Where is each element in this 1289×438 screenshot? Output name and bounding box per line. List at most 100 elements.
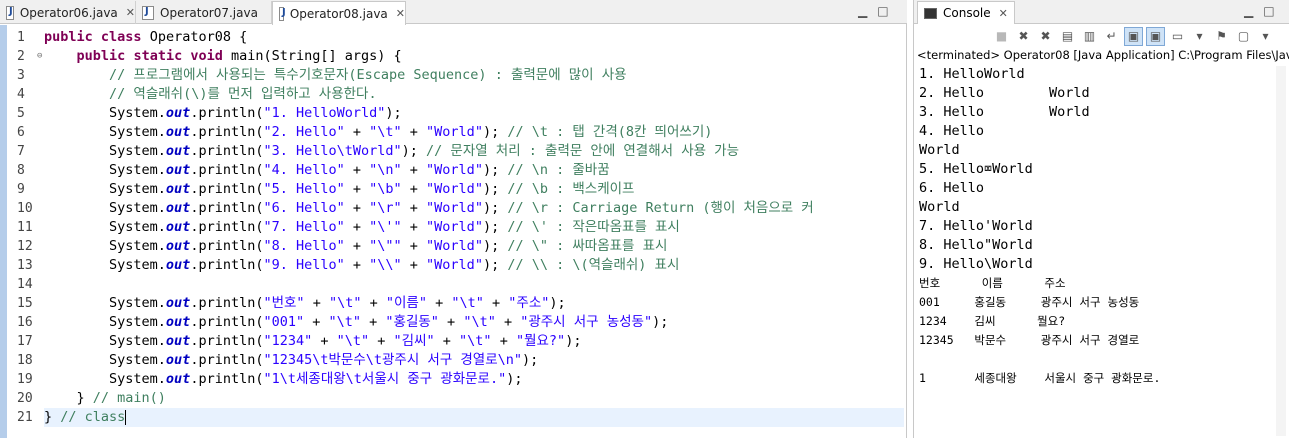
code-line-10[interactable]: System.out.println("6. Hello" + "\r" + "… <box>44 199 904 218</box>
remove-all-terminated-icon[interactable]: ✖ <box>1036 27 1055 46</box>
code-line-15[interactable]: System.out.println("번호" + "\t" + "이름" + … <box>44 294 904 313</box>
minimize-icon[interactable]: ▁ <box>1244 4 1263 18</box>
show-on-output-icon[interactable]: ▣ <box>1124 26 1143 46</box>
code-editor[interactable]: Operator06.java ✕ Operator07.java Operat… <box>0 0 907 438</box>
editor-window-controls: ▁□ <box>858 4 899 18</box>
code-line-3[interactable]: // 프로그램에서 사용되는 특수기호문자(Escape Sequence) :… <box>44 66 904 85</box>
code-line-6[interactable]: System.out.println("2. Hello" + "\t" + "… <box>44 123 904 142</box>
display-console-icon[interactable]: ▭ <box>1168 27 1187 46</box>
tab-operator08[interactable]: Operator08.java ✕ <box>272 1 406 25</box>
console-output-line: World <box>919 199 960 215</box>
tab-label: Operator06.java <box>19 5 118 20</box>
line-number: 2 ⊖ <box>17 47 43 66</box>
string-literal: "World" <box>426 219 483 235</box>
line-number: 19 <box>17 372 33 387</box>
keyword: public <box>44 29 93 45</box>
code-text: ); <box>549 295 566 311</box>
word-wrap-icon[interactable]: ↵ <box>1102 27 1121 46</box>
string-literal: "\t" <box>451 295 484 311</box>
code-line-9[interactable]: System.out.println("5. Hello" + "\b" + "… <box>44 180 904 199</box>
code-text: System. <box>44 143 166 159</box>
string-literal: "3. Hello\tWorld" <box>263 143 402 159</box>
code-line-13[interactable]: System.out.println("9. Hello" + "\\" + "… <box>44 256 904 275</box>
code-line-4[interactable]: // 역슬래쉬(\)를 먼저 입력하고 사용한다. <box>44 85 904 104</box>
code-line-11[interactable]: System.out.println("7. Hello" + "\'" + "… <box>44 218 904 237</box>
maximize-icon[interactable]: □ <box>1263 4 1284 18</box>
tab-operator06[interactable]: Operator06.java ✕ <box>0 1 136 24</box>
line-number: 13 <box>17 258 33 273</box>
string-literal: "6. Hello" <box>263 200 345 216</box>
string-literal: "4. Hello" <box>263 162 345 178</box>
code-text: .println( <box>190 124 264 140</box>
code-text: System. <box>44 352 166 368</box>
code-text: ); <box>482 219 508 235</box>
line-number: 14 <box>17 277 33 292</box>
operator: + <box>483 295 509 311</box>
code-line-16[interactable]: System.out.println("001" + "\t" + "홍길동" … <box>44 313 904 332</box>
code-line-17[interactable]: System.out.println("1234" + "\t" + "김씨" … <box>44 332 904 351</box>
code-line-20[interactable]: } // main() <box>44 389 904 408</box>
operator: + <box>344 257 370 273</box>
string-literal: "1\t세종대왕\t서울시 중구 광화문로." <box>263 371 507 387</box>
terminate-icon[interactable]: ■ <box>992 27 1011 46</box>
console-view[interactable]: Console ✕ ▁□ ■ ✖ ✖ ▤ ▥ ↵ ▣ ▣ ▭ ▾ ⚑ ▢ ▾ <… <box>913 0 1289 438</box>
console-output[interactable]: 1. HelloWorld 2. Hello World 3. Hello Worl… <box>919 65 1285 388</box>
fold-toggle-icon[interactable]: ⊖ <box>37 47 42 66</box>
code-line-8[interactable]: System.out.println("4. Hello" + "\n" + "… <box>44 161 904 180</box>
open-console-icon[interactable]: ▢ <box>1234 27 1253 46</box>
console-output-line: 8. Hello"World <box>919 237 1033 253</box>
code-text: .println( <box>190 257 264 273</box>
comment: // \t : 탭 간격(8칸 띄어쓰기) <box>507 124 713 140</box>
comment: // main() <box>92 390 166 406</box>
code-line-18[interactable]: System.out.println("12345\t박문수\t광주시 서구 경… <box>44 351 904 370</box>
dropdown-arrow-icon[interactable]: ▾ <box>1256 27 1275 46</box>
string-literal: "\r" <box>369 200 402 216</box>
field-out: out <box>165 371 191 387</box>
close-icon[interactable]: ✕ <box>126 6 135 19</box>
minimize-icon[interactable]: ▁ <box>858 4 877 18</box>
show-on-error-icon[interactable]: ▣ <box>1146 26 1165 46</box>
code-line-19[interactable]: System.out.println("1\t세종대왕\t서울시 중구 광화문로… <box>44 370 904 389</box>
string-literal: "9. Hello" <box>263 257 345 273</box>
code-line-1[interactable]: public class Operator08 { <box>44 28 904 47</box>
close-icon[interactable]: ✕ <box>396 7 405 20</box>
source-code[interactable]: public class Operator08 { public static … <box>44 28 904 427</box>
console-icon <box>924 7 937 19</box>
console-output-line: 001 홍길동 광주시 서구 농성동 <box>919 295 1140 309</box>
code-area[interactable]: 1 2 ⊖ 3 4 5 6 7 8 9 10 11 12 13 14 15 16 17 18 19 20 21 publi… <box>0 25 907 438</box>
console-output-line: 1. HelloWorld <box>919 66 1025 82</box>
field-out: out <box>165 238 191 254</box>
code-line-5[interactable]: System.out.println("1. HelloWorld"); <box>44 104 904 123</box>
close-icon[interactable]: ✕ <box>999 7 1008 20</box>
vertical-scrollbar[interactable] <box>1276 66 1286 436</box>
code-line-14[interactable] <box>44 275 904 294</box>
code-line-2[interactable]: public static void main(String[] args) { <box>44 47 904 66</box>
code-line-7[interactable]: System.out.println("3. Hello\tWorld"); /… <box>44 142 904 161</box>
maximize-icon[interactable]: □ <box>877 4 898 18</box>
tab-console[interactable]: Console ✕ <box>917 1 1015 24</box>
line-number: 21 <box>17 410 33 425</box>
clear-console-icon[interactable]: ▤ <box>1058 27 1077 46</box>
tab-operator07[interactable]: Operator07.java <box>136 1 272 24</box>
field-out: out <box>165 333 191 349</box>
pin-console-icon[interactable]: ⚑ <box>1212 27 1231 46</box>
operator: + <box>361 314 386 330</box>
code-line-12[interactable]: System.out.println("8. Hello" + "\"" + "… <box>44 237 904 256</box>
remove-launch-icon[interactable]: ✖ <box>1014 27 1033 46</box>
operator: + <box>304 295 329 311</box>
code-text: System. <box>44 295 166 311</box>
keyword: public <box>76 48 126 64</box>
console-output-line: 1 세종대왕 서울시 중구 광화문로. <box>919 371 1161 385</box>
code-text: System. <box>44 257 166 273</box>
string-literal: "\t" <box>328 314 362 330</box>
code-line-21[interactable]: } // class <box>44 408 904 427</box>
code-text: System. <box>44 181 166 197</box>
operator: + <box>401 219 427 235</box>
operator: + <box>361 295 386 311</box>
dropdown-arrow-icon[interactable]: ▾ <box>1190 27 1209 46</box>
line-number: 17 <box>17 334 33 349</box>
field-out: out <box>165 257 191 273</box>
scroll-lock-icon[interactable]: ▥ <box>1080 27 1099 46</box>
line-number: 3 <box>17 68 25 83</box>
